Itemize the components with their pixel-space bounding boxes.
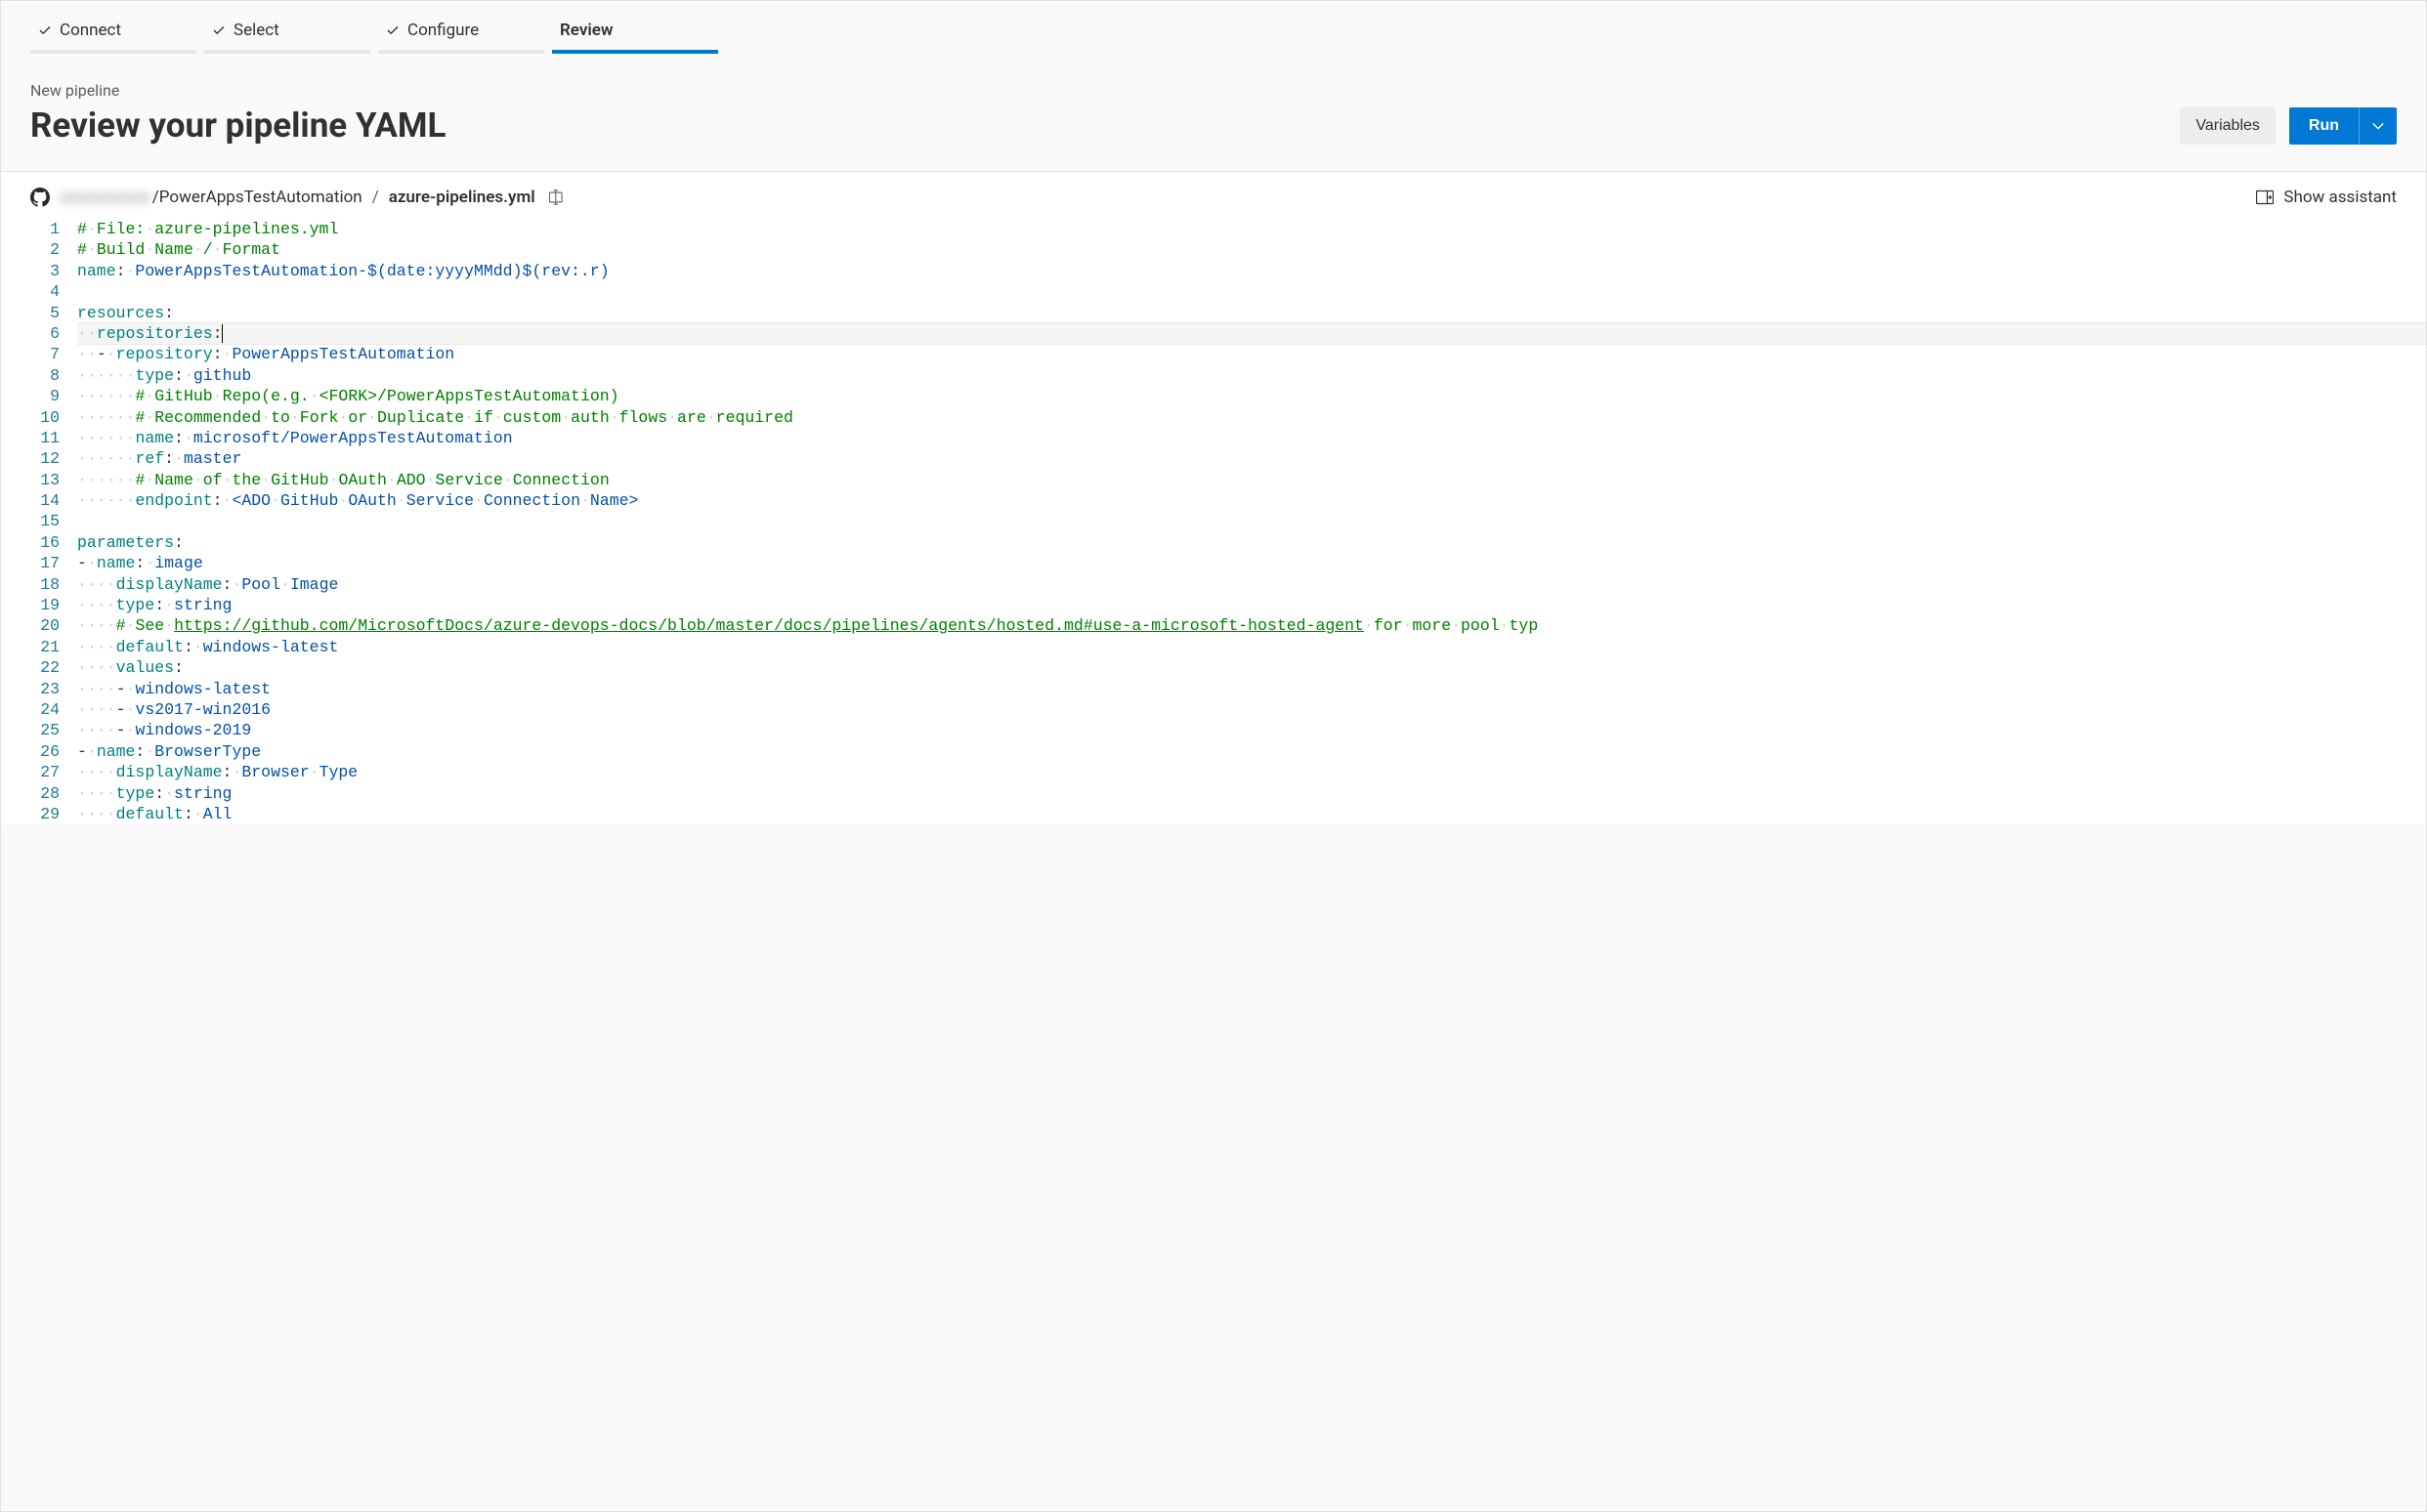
- code-line: ····#·See·https://github.com/MicrosoftDo…: [77, 615, 2426, 636]
- github-icon: [30, 188, 50, 207]
- code-line: [77, 281, 2426, 302]
- code-line: ····type:·string: [77, 595, 2426, 615]
- code-line: name:·PowerAppsTestAutomation-$(date:yyy…: [77, 261, 2426, 281]
- breadcrumb: xxxxxxxxxxx /PowerAppsTestAutomation / a…: [30, 188, 567, 207]
- wizard-tab-configure[interactable]: Configure: [378, 11, 544, 54]
- page-title: Review your pipeline YAML: [30, 105, 446, 146]
- code-line: ····-·windows-2019: [77, 720, 2426, 740]
- code-line: #·File:·azure-pipelines.yml: [77, 219, 2426, 239]
- panel-icon: [2256, 189, 2274, 205]
- run-button[interactable]: Run: [2289, 107, 2359, 145]
- show-assistant-button[interactable]: Show assistant: [2256, 188, 2397, 207]
- subtitle: New pipeline: [30, 81, 2397, 100]
- code-line: ······ref:·master: [77, 448, 2426, 469]
- check-icon: [38, 23, 52, 37]
- check-icon: [386, 23, 400, 37]
- wizard-tabs: ConnectSelectConfigureReview: [30, 11, 2397, 54]
- wizard-tab-connect[interactable]: Connect: [30, 11, 196, 54]
- code-line: ····values:: [77, 657, 2426, 678]
- code-line: #·Build·Name·/·Format: [77, 239, 2426, 260]
- code-line: ····default:·windows-latest: [77, 637, 2426, 657]
- check-icon: [212, 23, 226, 37]
- wizard-tab-review[interactable]: Review: [552, 11, 718, 54]
- code-line: ····-·windows-latest: [77, 679, 2426, 699]
- code-line: -·name:·image: [77, 553, 2426, 573]
- code-line: ······name:·microsoft/PowerAppsTestAutom…: [77, 428, 2426, 448]
- code-line: parameters:: [77, 532, 2426, 553]
- chevron-down-icon: [2371, 119, 2385, 133]
- variables-button[interactable]: Variables: [2180, 107, 2276, 145]
- code-line: resources:: [77, 303, 2426, 323]
- breadcrumb-file: azure-pipelines.yml: [389, 188, 535, 207]
- code-line: ····-·vs2017-win2016: [77, 699, 2426, 720]
- code-line: ······#·GitHub·Repo(e.g.·<FORK>/PowerApp…: [77, 386, 2426, 406]
- breadcrumb-owner: xxxxxxxxxxx: [60, 188, 150, 207]
- rename-icon[interactable]: [549, 189, 567, 205]
- code-line: ······type:·github: [77, 365, 2426, 386]
- code-line: ··repositories:: [77, 323, 2426, 344]
- code-line: ··-·repository:·PowerAppsTestAutomation: [77, 344, 2426, 364]
- code-line: [77, 511, 2426, 531]
- run-dropdown-button[interactable]: [2359, 107, 2397, 145]
- code-line: ······#·Name·of·the·GitHub·OAuth·ADO·Ser…: [77, 470, 2426, 490]
- code-line: ····displayName:·Browser·Type: [77, 762, 2426, 782]
- code-line: ······#·Recommended·to·Fork·or·Duplicate…: [77, 407, 2426, 428]
- yaml-editor[interactable]: 1234567891011121314151617181920212223242…: [1, 219, 2426, 824]
- run-split-button: Run: [2289, 107, 2397, 145]
- wizard-tab-select[interactable]: Select: [204, 11, 370, 54]
- code-line: -·name:·BrowserType: [77, 741, 2426, 762]
- code-line: ····type:·string: [77, 783, 2426, 804]
- line-gutter: 1234567891011121314151617181920212223242…: [30, 219, 77, 824]
- breadcrumb-repo[interactable]: /PowerAppsTestAutomation: [152, 188, 362, 207]
- code-line: ····default:·All: [77, 804, 2426, 824]
- code-line: ······endpoint:·<ADO·GitHub·OAuth·Servic…: [77, 490, 2426, 511]
- code-line: ····displayName:·Pool·Image: [77, 574, 2426, 595]
